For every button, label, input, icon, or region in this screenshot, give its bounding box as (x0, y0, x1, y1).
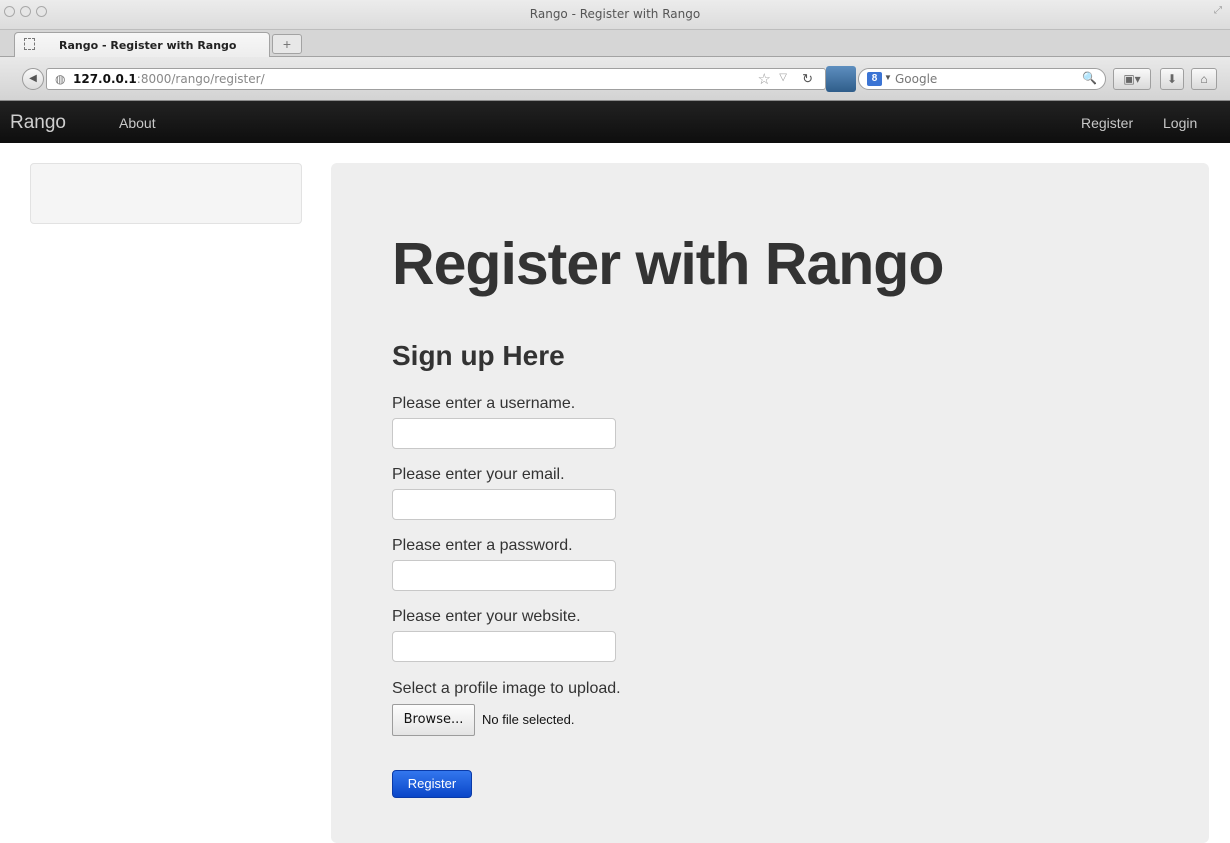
form-subtitle: Sign up Here (392, 340, 565, 371)
nav-login-link[interactable]: Login (1163, 115, 1197, 131)
search-bar[interactable]: 8 ▼ Google 🔍 (858, 68, 1106, 90)
password-input[interactable] (392, 560, 616, 591)
address-host: 127.0.0.1 (73, 72, 137, 86)
back-button[interactable]: ◀ (22, 68, 44, 90)
page-favicon-icon (24, 38, 35, 50)
nav-about-link[interactable]: About (119, 115, 156, 131)
new-tab-button[interactable]: + (272, 34, 302, 54)
home-icon[interactable]: ⌂ (1191, 68, 1217, 90)
email-label: Please enter your email. (392, 466, 565, 483)
downloads-icon[interactable]: ⬇ (1160, 68, 1184, 90)
bookmark-star-icon[interactable]: ☆ (758, 70, 771, 88)
window-titlebar: Rango - Register with Rango ⤢ (0, 0, 1230, 30)
tab-register[interactable]: Rango - Register with Rango (14, 32, 270, 58)
brand-link[interactable]: Rango (10, 112, 66, 134)
password-label: Please enter a password. (392, 537, 573, 554)
username-label: Please enter a username. (392, 395, 576, 412)
search-icon[interactable]: 🔍 (1082, 71, 1097, 85)
username-input[interactable] (392, 418, 616, 449)
picture-label: Select a profile image to upload. (392, 680, 621, 697)
search-placeholder: Google (895, 72, 938, 86)
tab-label: Rango - Register with Rango (59, 39, 237, 52)
address-bar[interactable]: ◍ 127.0.0.1:8000/rango/register/ ☆ ▽ ↻ (46, 68, 826, 90)
register-submit-button[interactable]: Register (392, 770, 472, 798)
page-title: Register with Rango (392, 231, 944, 297)
sidebar-well (30, 163, 302, 224)
tab-strip: Rango - Register with Rango + (0, 30, 1230, 58)
fullscreen-icon[interactable]: ⤢ (1214, 5, 1222, 16)
window-title: Rango - Register with Rango (529, 7, 701, 21)
email-input[interactable] (392, 489, 616, 520)
extension-icon[interactable] (826, 66, 856, 92)
reload-icon[interactable]: ↻ (802, 71, 813, 87)
history-dropdown-icon[interactable]: ▽ (779, 72, 787, 83)
bookmarks-menu-button[interactable]: ▣▾ (1113, 68, 1151, 90)
address-url: 127.0.0.1:8000/rango/register/ (73, 72, 265, 86)
site-navbar: Rango About Register Login (0, 101, 1230, 143)
nav-register-link[interactable]: Register (1081, 115, 1133, 131)
website-label: Please enter your website. (392, 608, 581, 625)
website-input[interactable] (392, 631, 616, 662)
search-engine-caret-icon[interactable]: ▼ (884, 73, 892, 82)
browser-toolbar: ◀ ◍ 127.0.0.1:8000/rango/register/ ☆ ▽ ↻… (0, 57, 1230, 101)
browse-button[interactable]: Browse... (392, 704, 475, 736)
search-engine-icon[interactable]: 8 (867, 72, 882, 86)
no-file-text: No file selected. (482, 712, 575, 727)
address-path: :8000/rango/register/ (136, 72, 265, 86)
globe-icon: ◍ (55, 72, 66, 86)
